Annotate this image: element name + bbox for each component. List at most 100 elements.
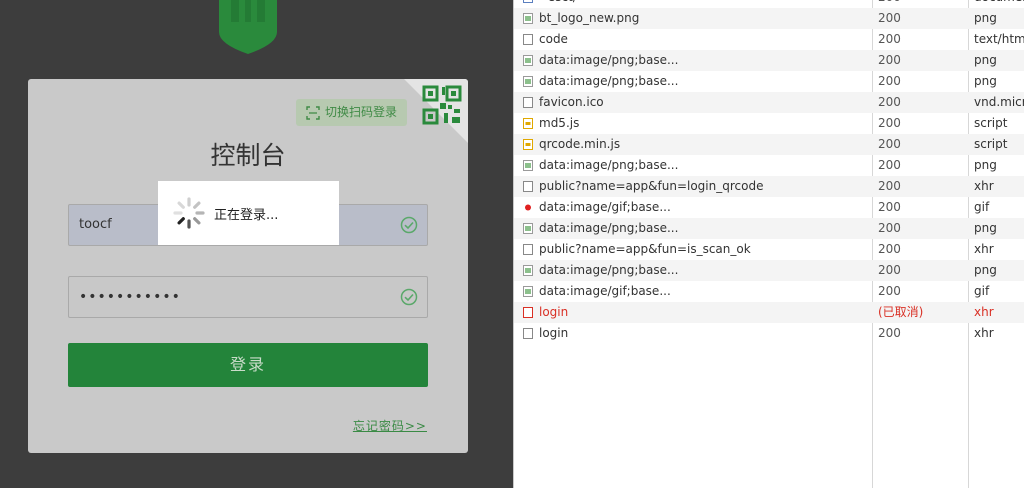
request-type: png xyxy=(974,11,997,25)
request-type: gif xyxy=(974,284,990,298)
network-row[interactable]: public?name=app&fun=login_qrcode 200 xhr xyxy=(514,176,1024,197)
image-icon xyxy=(523,13,533,24)
spinner-icon xyxy=(173,197,205,229)
login-card: 切换扫码登录 控制台 toocf ••••••••••• 登录 忘记密码>> xyxy=(28,79,468,453)
file-icon xyxy=(523,328,533,339)
file-icon xyxy=(523,307,533,318)
forgot-password-link[interactable]: 忘记密码>> xyxy=(353,417,427,434)
network-row[interactable]: data:image/png;base... 200 png xyxy=(514,50,1024,71)
request-name: data:image/png;base... xyxy=(539,263,679,277)
script-icon xyxy=(523,118,533,129)
image-icon xyxy=(523,55,533,66)
password-input[interactable]: ••••••••••• xyxy=(68,276,428,318)
request-status: 200 xyxy=(878,137,901,151)
login-page: 切换扫码登录 控制台 toocf ••••••••••• 登录 忘记密码>> 正… xyxy=(0,0,513,488)
request-name: data:image/png;base... xyxy=(539,221,679,235)
request-type: script xyxy=(974,116,1008,130)
request-type: gif xyxy=(974,200,990,214)
request-type: png xyxy=(974,158,997,172)
request-name: data:image/gif;base... xyxy=(539,200,671,214)
request-name: data:image/png;base... xyxy=(539,158,679,172)
image-icon xyxy=(523,286,533,297)
request-type: xhr xyxy=(974,326,994,340)
qr-switch-label: 切换扫码登录 xyxy=(325,105,398,119)
request-type: xhr xyxy=(974,305,994,319)
request-status: 200 xyxy=(878,11,901,25)
request-status: 200 xyxy=(878,116,901,130)
request-name: data:image/png;base... xyxy=(539,74,679,88)
request-type: script xyxy=(974,137,1008,151)
request-name: login xyxy=(539,326,569,340)
request-type: xhr xyxy=(974,179,994,193)
request-status: 200 xyxy=(878,263,901,277)
file-icon xyxy=(523,181,533,192)
network-row[interactable]: data:image/png;base... 200 png xyxy=(514,71,1024,92)
qr-code-icon[interactable] xyxy=(422,85,462,125)
network-row[interactable]: code 200 text/html xyxy=(514,29,1024,50)
request-status: 200 xyxy=(878,53,901,67)
request-type: vnd.microsoft.icon xyxy=(974,95,1024,109)
request-status: (已取消) xyxy=(878,305,924,319)
request-status: 200 xyxy=(878,32,901,46)
network-row[interactable]: data:image/png;base... 200 png xyxy=(514,155,1024,176)
request-type: text/html xyxy=(974,32,1024,46)
network-row[interactable]: data:image/png;base... 200 png xyxy=(514,260,1024,281)
request-type: png xyxy=(974,263,997,277)
network-panel: ~ssct/200 document bt_logo_new.png 200 png co… xyxy=(513,0,1024,488)
request-type: png xyxy=(974,53,997,67)
file-icon xyxy=(523,97,533,108)
request-status: 200 xyxy=(878,0,901,8)
network-row[interactable]: data:image/png;base... 200 png xyxy=(514,218,1024,239)
script-icon xyxy=(523,139,533,150)
request-type: png xyxy=(974,221,997,235)
request-status: 200 xyxy=(878,200,901,214)
request-type: png xyxy=(974,74,997,88)
login-button[interactable]: 登录 xyxy=(68,343,428,387)
doc-icon xyxy=(523,0,533,3)
network-row[interactable]: md5.js 200 script xyxy=(514,113,1024,134)
page-title: 控制台 xyxy=(210,141,286,170)
image-icon xyxy=(523,265,533,276)
file-icon xyxy=(523,244,533,255)
request-name: bt_logo_new.png xyxy=(539,11,640,25)
request-list: ~ssct/200 document bt_logo_new.png 200 png co… xyxy=(514,0,1024,344)
network-row[interactable]: bt_logo_new.png 200 png xyxy=(514,8,1024,29)
request-name: md5.js xyxy=(539,116,580,130)
request-status: 200 xyxy=(878,95,901,109)
request-name: login xyxy=(539,305,569,319)
red-dot-icon xyxy=(525,204,531,211)
network-row[interactable]: data:image/gif;base... 200 gif xyxy=(514,197,1024,218)
request-status: 200 xyxy=(878,179,901,193)
network-row[interactable]: ~ssct/200 document xyxy=(514,0,1024,8)
loading-dialog: 正在登录... xyxy=(158,181,339,245)
request-status: 200 xyxy=(878,74,901,88)
request-type: document xyxy=(974,0,1024,8)
request-name: public?name=app&fun=login_qrcode xyxy=(539,179,764,193)
check-circle-icon xyxy=(400,216,418,234)
request-name: favicon.ico xyxy=(539,95,604,109)
request-name: data:image/png;base... xyxy=(539,53,679,67)
password-value: ••••••••••• xyxy=(79,289,181,305)
image-icon xyxy=(523,223,533,234)
request-name: public?name=app&fun=is_scan_ok xyxy=(539,242,751,256)
request-name: ~ssct/ xyxy=(539,0,577,8)
file-icon xyxy=(523,34,533,45)
network-row[interactable]: data:image/gif;base... 200 gif xyxy=(514,281,1024,302)
request-status: 200 xyxy=(878,326,901,340)
request-name: code xyxy=(539,32,568,46)
check-circle-icon xyxy=(400,288,418,306)
loading-text: 正在登录... xyxy=(214,207,279,223)
network-row[interactable]: favicon.ico 200 vnd.microsoft.icon xyxy=(514,92,1024,113)
request-status: 200 xyxy=(878,221,901,235)
request-status: 200 xyxy=(878,284,901,298)
network-row[interactable]: login 200 xhr xyxy=(514,323,1024,344)
image-icon xyxy=(523,160,533,171)
request-status: 200 xyxy=(878,242,901,256)
network-row[interactable]: login (已取消) xhr xyxy=(514,302,1024,323)
network-row[interactable]: public?name=app&fun=is_scan_ok 200 xhr xyxy=(514,239,1024,260)
network-row[interactable]: qrcode.min.js 200 script xyxy=(514,134,1024,155)
request-name: qrcode.min.js xyxy=(539,137,621,151)
qr-login-switch-button[interactable]: 切换扫码登录 xyxy=(296,99,408,126)
request-type: xhr xyxy=(974,242,994,256)
request-name: data:image/gif;base... xyxy=(539,284,671,298)
